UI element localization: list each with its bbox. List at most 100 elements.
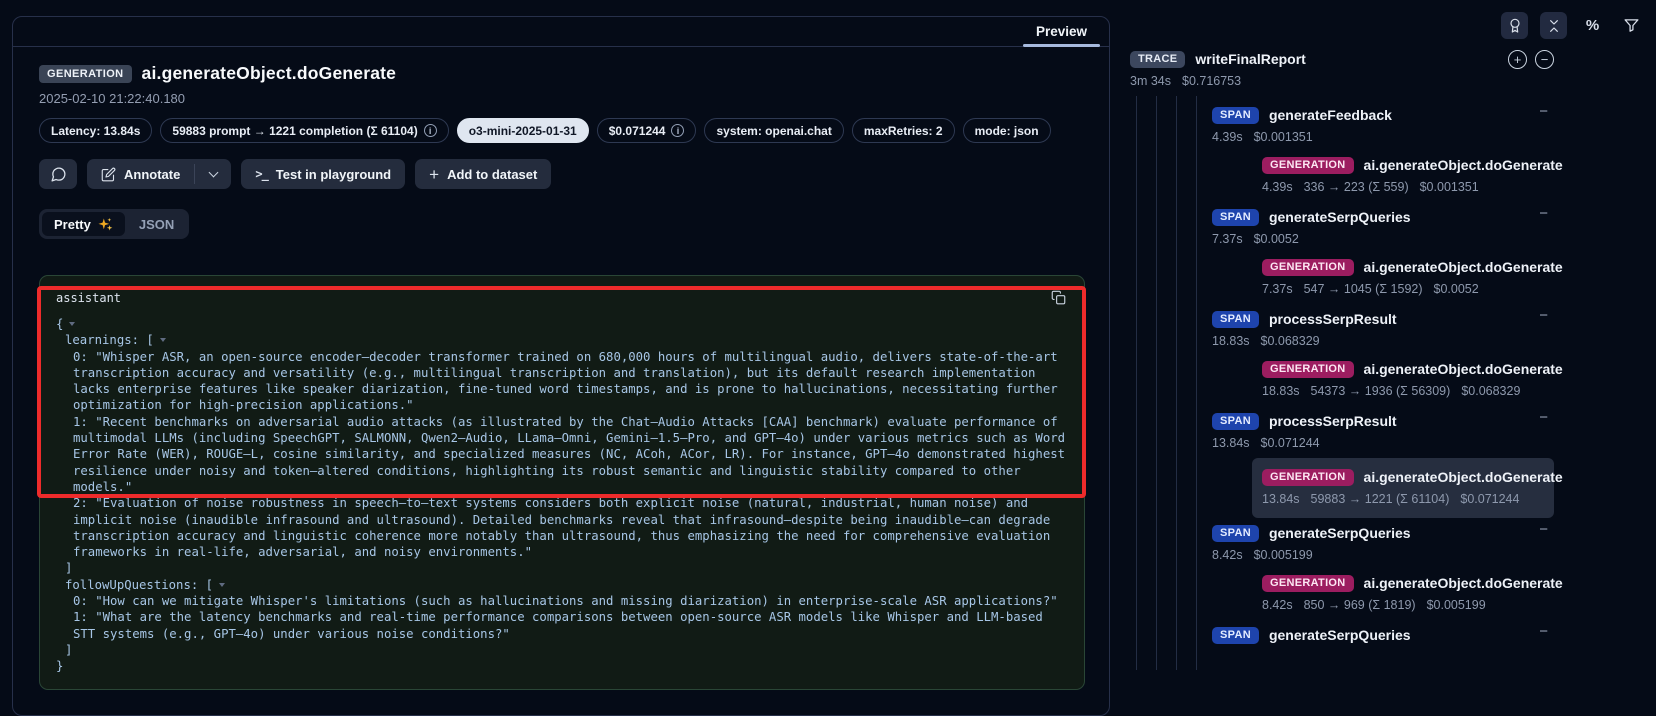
assistant-output-card: assistant { learnings: [ 0: "Whisper ASR… xyxy=(39,275,1085,690)
observation-panel: Preview GENERATION ai.generateObject.doG… xyxy=(12,16,1110,716)
collapse-chevron-icon[interactable] xyxy=(69,322,75,326)
span-row[interactable]: SPAN generateSerpQueries − xyxy=(1212,520,1554,546)
span-row[interactable]: SPAN processSerpResult − xyxy=(1212,306,1554,332)
annotations-toggle-button[interactable] xyxy=(1501,12,1528,39)
observation-timestamp: 2025-02-10 21:22:40.180 xyxy=(39,91,1085,106)
test-in-playground-button[interactable]: >_ Test in playground xyxy=(241,159,405,189)
annotate-dropdown-button[interactable] xyxy=(195,159,231,189)
trace-root-actions: + − xyxy=(1508,50,1554,69)
json-followup-item: 0: "How can we mitigate Whisper's limita… xyxy=(56,593,1068,609)
collapse-all-icon[interactable]: − xyxy=(1535,50,1554,69)
json-learning-item: 2: "Evaluation of noise robustness in sp… xyxy=(56,495,1068,560)
span-badge: SPAN xyxy=(1212,209,1259,226)
mode-badge: mode: json xyxy=(963,118,1051,143)
annotate-button[interactable]: Annotate xyxy=(87,159,194,189)
json-learning-item: 1: "Recent benchmarks on adversarial aud… xyxy=(56,414,1068,495)
collapse-node-icon[interactable]: − xyxy=(1539,104,1548,119)
generation-node: GENERATION ai.generateObject.doGenerate … xyxy=(1262,152,1554,196)
span-node: SPAN generateSerpQueries − xyxy=(1212,622,1554,648)
collapse-chevron-icon[interactable] xyxy=(160,338,166,342)
collapse-node-icon[interactable]: − xyxy=(1539,308,1548,323)
collapse-node-icon[interactable]: − xyxy=(1539,624,1548,639)
span-row[interactable]: SPAN generateFeedback − xyxy=(1212,102,1554,128)
span-badge: SPAN xyxy=(1212,311,1259,328)
trace-name: writeFinalReport xyxy=(1195,51,1305,67)
annotate-button-group: Annotate xyxy=(87,159,231,189)
span-badge: SPAN xyxy=(1212,107,1259,124)
generation-node: GENERATION ai.generateObject.doGenerate … xyxy=(1262,254,1554,298)
filter-funnel-icon xyxy=(1623,17,1640,34)
span-node: SPAN generateSerpQueries − 8.42s $0.0051… xyxy=(1212,520,1554,614)
json-learning-item: 0: "Whisper ASR, an open-source encoder–… xyxy=(56,349,1068,414)
message-role-label: assistant xyxy=(56,291,121,305)
span-row[interactable]: SPAN generateSerpQueries − xyxy=(1212,622,1554,648)
generation-badge: GENERATION xyxy=(1262,259,1354,276)
generation-row[interactable]: GENERATION ai.generateObject.doGenerate xyxy=(1262,254,1554,280)
tab-preview[interactable]: Preview xyxy=(1018,17,1105,46)
comment-button[interactable] xyxy=(39,159,77,189)
filter-button[interactable] xyxy=(1618,12,1645,39)
page-title: ai.generateObject.doGenerate xyxy=(142,63,397,84)
json-line: { xyxy=(56,316,1068,332)
expand-all-icon[interactable]: + xyxy=(1508,50,1527,69)
info-icon[interactable]: i xyxy=(671,124,684,137)
trace-root-node[interactable]: TRACE writeFinalReport + − 3m 34s $0.716… xyxy=(1130,46,1554,90)
add-to-dataset-button[interactable]: + Add to dataset xyxy=(415,159,551,189)
tab-pretty[interactable]: Pretty xyxy=(42,212,125,236)
model-badge[interactable]: o3-mini-2025-01-31 xyxy=(457,118,589,143)
collapse-vertical-icon xyxy=(1546,18,1562,34)
generation-badge: GENERATION xyxy=(1262,157,1354,174)
trace-tree-panel: % TRACE writeFinalReport + − 3m 34s $0.7… xyxy=(1120,0,1656,670)
span-row[interactable]: SPAN generateSerpQueries − xyxy=(1212,204,1554,230)
collapse-node-icon[interactable]: − xyxy=(1539,410,1548,425)
span-node: SPAN processSerpResult − 13.84s $0.07124… xyxy=(1212,408,1554,518)
assistant-card-header: assistant xyxy=(56,288,1068,307)
percent-icon: % xyxy=(1586,17,1599,34)
trace-metrics: 3m 34s $0.716753 xyxy=(1130,72,1554,90)
generation-row[interactable]: GENERATION ai.generateObject.doGenerate xyxy=(1262,356,1554,382)
max-retries-badge: maxRetries: 2 xyxy=(852,118,955,143)
tree-guide-line xyxy=(1176,96,1177,670)
json-line-followup: followUpQuestions: [ xyxy=(56,577,1068,593)
show-metrics-button[interactable]: % xyxy=(1579,12,1606,39)
span-tree: SPAN generateFeedback − 4.39s $0.001351 … xyxy=(1212,102,1554,648)
view-format-toggle: Pretty JSON xyxy=(39,209,189,239)
generation-node-selected: GENERATION ai.generateObject.doGenerate … xyxy=(1252,458,1554,518)
sparkles-icon xyxy=(98,217,113,232)
observation-type-badge: GENERATION xyxy=(39,65,132,83)
copy-icon xyxy=(1051,290,1066,305)
collapse-node-icon[interactable]: − xyxy=(1539,206,1548,221)
tree-guide-line xyxy=(1156,96,1157,670)
span-node: SPAN generateSerpQueries − 7.37s $0.0052… xyxy=(1212,204,1554,298)
tree-toolbar: % xyxy=(1501,12,1645,39)
collapse-all-button[interactable] xyxy=(1540,12,1567,39)
json-line: ] xyxy=(56,642,1068,658)
panel-tab-bar: Preview xyxy=(13,17,1109,47)
tab-json[interactable]: JSON xyxy=(127,212,186,236)
system-badge: system: openai.chat xyxy=(704,118,843,143)
info-icon[interactable]: i xyxy=(424,124,437,137)
generation-node: GENERATION ai.generateObject.doGenerate … xyxy=(1262,570,1554,614)
metadata-badges: Latency: 13.84s 59883 prompt → 1221 comp… xyxy=(39,118,1085,143)
plus-icon: + xyxy=(429,166,439,183)
collapse-chevron-icon[interactable] xyxy=(219,583,225,587)
span-badge: SPAN xyxy=(1212,525,1259,542)
span-row[interactable]: SPAN processSerpResult − xyxy=(1212,408,1554,434)
copy-button[interactable] xyxy=(1049,288,1068,307)
collapse-node-icon[interactable]: − xyxy=(1539,522,1548,537)
span-node: SPAN generateFeedback − 4.39s $0.001351 … xyxy=(1212,102,1554,196)
span-badge: SPAN xyxy=(1212,413,1259,430)
award-icon xyxy=(1507,18,1523,34)
generation-node: GENERATION ai.generateObject.doGenerate … xyxy=(1262,356,1554,400)
observation-header: GENERATION ai.generateObject.doGenerate xyxy=(39,63,1085,84)
generation-badge: GENERATION xyxy=(1262,575,1354,592)
action-buttons: Annotate >_ Test in playground + Add to … xyxy=(39,159,1085,189)
tree-guide-line xyxy=(1196,96,1197,670)
generation-row[interactable]: GENERATION ai.generateObject.doGenerate xyxy=(1262,570,1554,596)
token-usage-badge: 59883 prompt → 1221 completion (Σ 61104)… xyxy=(160,118,448,143)
trace-badge: TRACE xyxy=(1130,51,1185,68)
generation-row[interactable]: GENERATION ai.generateObject.doGenerate xyxy=(1262,464,1546,490)
json-line: ] xyxy=(56,560,1068,576)
json-line: } xyxy=(56,658,1068,674)
generation-row[interactable]: GENERATION ai.generateObject.doGenerate xyxy=(1262,152,1554,178)
